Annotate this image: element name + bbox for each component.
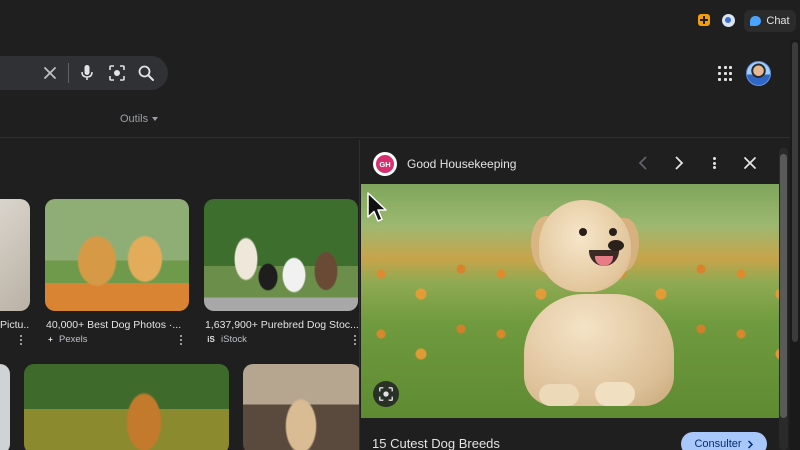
apps-grid-icon[interactable]	[718, 66, 734, 82]
puppy-paw	[595, 382, 635, 406]
more-options-icon[interactable]	[179, 335, 183, 345]
result-caption[interactable]: 40,000+ Best Dog Photos ·...	[46, 319, 188, 331]
tools-button[interactable]: Outils	[120, 113, 159, 125]
puppy-nose	[608, 240, 624, 251]
more-options-icon[interactable]	[712, 157, 716, 169]
result-title[interactable]: 15 Cutest Dog Breeds	[372, 436, 500, 450]
site-logo-text: GH	[376, 155, 394, 173]
close-icon[interactable]	[743, 156, 757, 170]
result-thumbnail[interactable]	[24, 364, 229, 450]
lens-icon[interactable]	[108, 64, 126, 82]
result-caption[interactable]: Pictu...	[0, 319, 30, 331]
pexels-logo-icon: +	[48, 335, 53, 344]
result-thumbnail[interactable]	[0, 199, 30, 311]
lens-search-button[interactable]	[373, 381, 399, 407]
chat-button[interactable]: Chat	[744, 10, 796, 32]
chevron-left-icon[interactable]	[636, 155, 650, 171]
chat-label: Chat	[766, 15, 790, 27]
result-source[interactable]: + Pexels	[46, 334, 88, 345]
result-thumbnail[interactable]	[45, 199, 189, 311]
puppy-eye	[609, 228, 617, 236]
result-thumbnail[interactable]	[0, 364, 10, 450]
close-icon[interactable]	[42, 65, 58, 81]
result-source-name: Pexels	[59, 334, 88, 345]
puppy-paw	[539, 384, 579, 406]
visit-label: Consulter	[694, 438, 742, 450]
site-logo[interactable]: GH	[373, 152, 397, 176]
mouse-cursor-icon	[367, 192, 387, 222]
tools-label: Outils	[120, 113, 149, 125]
page-scrollbar-thumb[interactable]	[792, 42, 798, 342]
result-thumbnail[interactable]	[204, 199, 358, 311]
page-scrollbar[interactable]	[790, 40, 800, 450]
panel-scrollbar[interactable]	[779, 148, 788, 450]
result-thumbnail[interactable]	[243, 364, 361, 450]
caret-down-icon	[152, 117, 159, 121]
panel-scrollbar-thumb[interactable]	[780, 154, 787, 418]
lens-icon	[379, 387, 393, 401]
more-options-icon[interactable]	[19, 335, 23, 345]
visit-button[interactable]: Consulter	[681, 432, 767, 450]
header-divider	[0, 137, 800, 138]
blue-extension-icon[interactable]	[722, 14, 735, 27]
chat-bubble-icon	[750, 16, 762, 26]
mic-icon[interactable]	[80, 64, 94, 82]
result-source[interactable]: iS iStock	[205, 334, 247, 345]
preview-image[interactable]	[361, 184, 779, 418]
search-bar-divider	[68, 63, 69, 83]
site-name[interactable]: Good Housekeeping	[407, 157, 516, 171]
puppy-eye	[579, 228, 587, 236]
chevron-right-icon	[747, 439, 753, 449]
browser-toolbar: Chat	[0, 0, 800, 40]
result-source-name: iStock	[221, 334, 247, 345]
image-preview-panel: GH Good Housekeeping 15 Cutest Dog Breed…	[359, 140, 800, 450]
more-options-icon[interactable]	[353, 335, 357, 345]
result-caption[interactable]: 1,637,900+ Purebred Dog Stoc...	[205, 319, 358, 331]
avatar[interactable]	[746, 61, 771, 86]
istock-logo-icon: iS	[207, 335, 215, 344]
orange-extension-icon[interactable]	[698, 14, 710, 26]
search-icon[interactable]	[137, 64, 155, 82]
chevron-right-icon[interactable]	[672, 155, 686, 171]
search-bar[interactable]	[0, 56, 168, 90]
